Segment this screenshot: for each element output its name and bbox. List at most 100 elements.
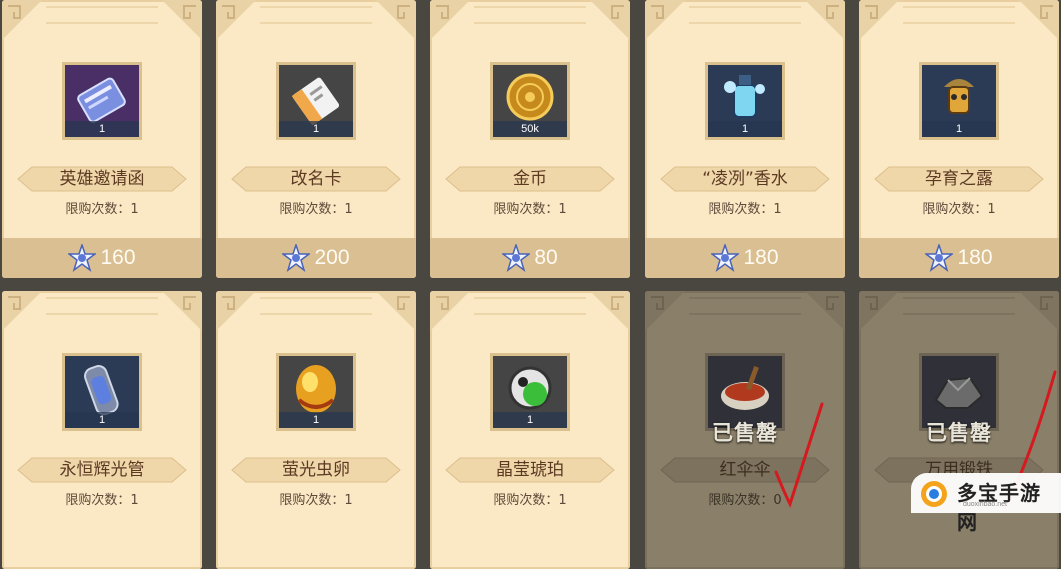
corner-ornament	[216, 291, 256, 331]
item-nameplate: “凌冽”香水	[659, 164, 831, 194]
item-quantity: 50k	[493, 121, 567, 137]
price-value: 180	[743, 246, 779, 269]
item-name: 英雄邀请函	[59, 169, 145, 189]
item-quantity: 1	[65, 412, 139, 428]
limit-value: 1	[130, 493, 139, 508]
star-crystal-icon	[282, 244, 311, 272]
purchase-limit: 限购次数：1	[430, 489, 630, 508]
item-thumbnail[interactable]: 50k	[490, 62, 570, 140]
limit-label: 限购次数：	[279, 493, 345, 508]
limit-label: 限购次数：	[279, 202, 345, 217]
top-band	[689, 6, 801, 24]
corner-ornament	[590, 0, 630, 40]
corner-ornament	[859, 291, 899, 331]
star-crystal-icon	[68, 244, 97, 272]
item-nameplate: 晶莹琥珀	[444, 455, 616, 485]
price-value: 160	[100, 246, 136, 269]
corner-ornament	[216, 0, 256, 40]
purchase-limit: 限购次数：1	[859, 198, 1059, 217]
shop-item-card-sold-out: 已售罄 红伞伞 限购次数：0	[645, 291, 845, 569]
corner-ornament	[376, 0, 416, 40]
item-name: 萤光虫卵	[282, 460, 350, 480]
corner-ornament	[430, 291, 470, 331]
price-value: 200	[314, 246, 350, 269]
item-thumbnail[interactable]: 1	[62, 353, 142, 431]
price-bar[interactable]: 180	[859, 238, 1059, 278]
limit-value: 1	[344, 493, 353, 508]
corner-ornament	[1019, 291, 1059, 331]
item-thumbnail[interactable]: 1	[62, 62, 142, 140]
item-name: “凌冽”香水	[702, 169, 788, 189]
shop-item-card[interactable]: 1 永恒辉光管 限购次数：1	[2, 291, 202, 569]
watermark-logo-icon	[921, 481, 947, 507]
item-quantity: 1	[279, 121, 353, 137]
item-nameplate: 改名卡	[230, 164, 402, 194]
limit-value: 1	[558, 202, 567, 217]
limit-value: 1	[130, 202, 139, 217]
corner-ornament	[376, 291, 416, 331]
sold-out-label: 已售罄	[926, 421, 992, 445]
top-band	[474, 6, 586, 24]
item-name: 永恒辉光管	[59, 460, 145, 480]
corner-ornament	[645, 0, 685, 40]
price-bar[interactable]: 80	[430, 238, 630, 278]
limit-label: 限购次数：	[493, 202, 559, 217]
limit-value: 1	[558, 493, 567, 508]
limit-label: 限购次数：	[922, 202, 988, 217]
item-thumbnail[interactable]: 1	[919, 62, 999, 140]
price-bar[interactable]: 200	[216, 238, 416, 278]
corner-ornament	[162, 0, 202, 40]
top-band	[260, 297, 372, 315]
top-band	[903, 6, 1015, 24]
item-nameplate: 红伞伞	[659, 455, 831, 485]
corner-ornament	[645, 291, 685, 331]
item-nameplate: 金币	[444, 164, 616, 194]
item-thumbnail[interactable]: 1	[705, 62, 785, 140]
shop-item-card[interactable]: 1 “凌冽”香水 限购次数：1 180	[645, 0, 845, 278]
limit-label: 限购次数：	[65, 202, 131, 217]
limit-label: 限购次数：	[708, 202, 774, 217]
top-band	[474, 297, 586, 315]
item-nameplate: 萤光虫卵	[230, 455, 402, 485]
price-value: 180	[957, 246, 993, 269]
item-nameplate: 孕育之露	[873, 164, 1045, 194]
limit-value: 0	[773, 493, 782, 508]
corner-ornament	[590, 291, 630, 331]
item-quantity: 1	[279, 412, 353, 428]
purchase-limit: 限购次数：1	[430, 198, 630, 217]
purchase-limit: 限购次数：1	[216, 198, 416, 217]
corner-ornament	[2, 0, 42, 40]
limit-label: 限购次数：	[708, 493, 774, 508]
star-crystal-icon	[711, 244, 740, 272]
shop-item-card[interactable]: 1 孕育之露 限购次数：1 180	[859, 0, 1059, 278]
top-band	[260, 6, 372, 24]
item-thumbnail[interactable]: 1	[276, 353, 356, 431]
purchase-limit: 限购次数：1	[2, 198, 202, 217]
limit-label: 限购次数：	[493, 493, 559, 508]
site-watermark: 多宝手游网 duoxinbao.net	[911, 473, 1061, 534]
purchase-limit: 限购次数：1	[216, 489, 416, 508]
item-nameplate: 英雄邀请函	[16, 164, 188, 194]
shop-item-card[interactable]: 1 改名卡 限购次数：1 200	[216, 0, 416, 278]
item-thumbnail[interactable]: 1	[276, 62, 356, 140]
corner-ornament	[1019, 0, 1059, 40]
shop-item-card[interactable]: 50k 金币 限购次数：1 80	[430, 0, 630, 278]
shop-item-card[interactable]: 1 萤光虫卵 限购次数：1	[216, 291, 416, 569]
price-bar[interactable]: 160	[2, 238, 202, 278]
shop-item-card[interactable]: 1 晶莹琥珀 限购次数：1	[430, 291, 630, 569]
star-crystal-icon	[502, 244, 531, 272]
item-nameplate: 永恒辉光管	[16, 455, 188, 485]
purchase-limit: 限购次数：0	[645, 489, 845, 508]
top-band	[903, 297, 1015, 315]
top-band	[46, 6, 158, 24]
item-thumbnail[interactable]: 1	[490, 353, 570, 431]
price-bar[interactable]: 180	[645, 238, 845, 278]
corner-ornament	[430, 0, 470, 40]
item-name: 孕育之露	[925, 169, 993, 189]
limit-label: 限购次数：	[65, 493, 131, 508]
shop-item-card[interactable]: 1 英雄邀请函 限购次数：1 160	[2, 0, 202, 278]
item-quantity: 1	[65, 121, 139, 137]
item-quantity: 1	[493, 412, 567, 428]
item-name: 金币	[513, 169, 547, 189]
price-value: 80	[534, 246, 558, 269]
